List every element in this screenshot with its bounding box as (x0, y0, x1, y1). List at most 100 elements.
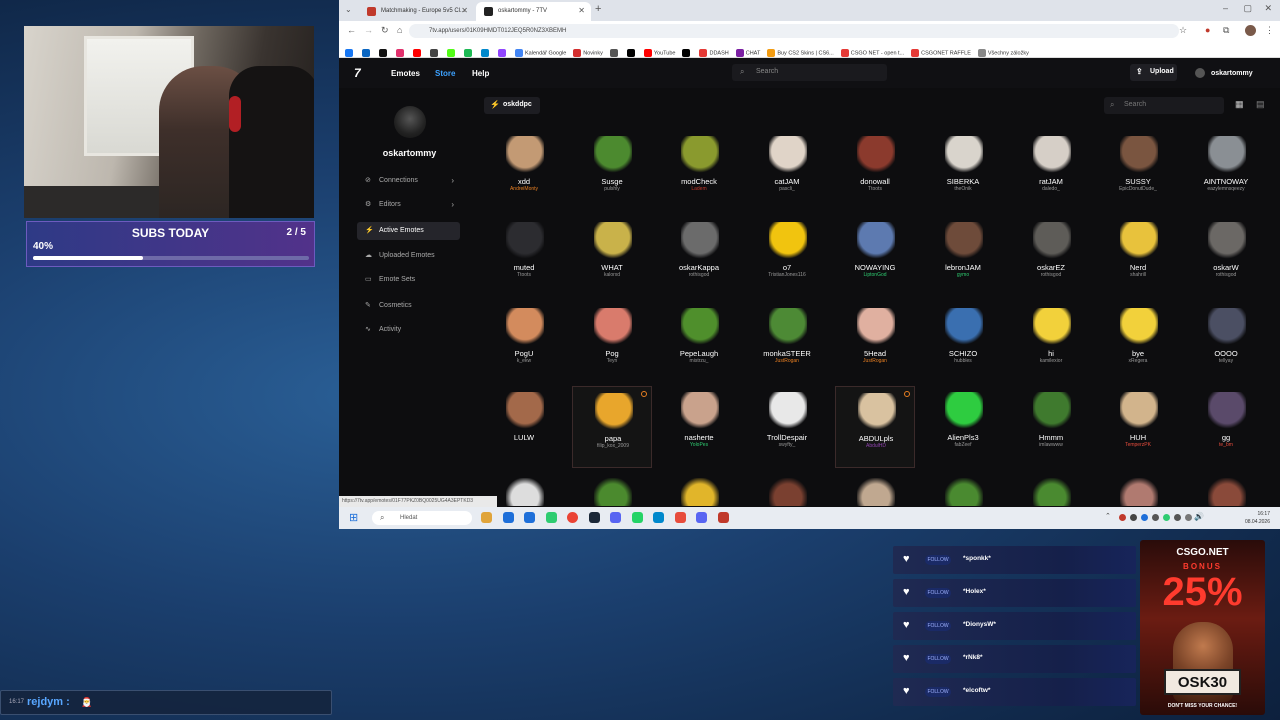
volume-icon[interactable]: 🔊 (1194, 512, 1204, 521)
emote-card-partial[interactable] (1033, 478, 1071, 506)
tray-icon[interactable] (1141, 514, 1148, 521)
emote-card-partial[interactable] (769, 478, 807, 506)
taskbar-app-icon[interactable] (653, 512, 664, 523)
emote-card-partial[interactable] (1208, 478, 1246, 506)
emote-card[interactable]: oskarEZ rothisgod (1011, 216, 1091, 298)
bookmark-item[interactable] (447, 48, 457, 57)
emote-card[interactable]: oskarW rothisgod (1186, 216, 1266, 298)
emote-card-partial[interactable] (1120, 478, 1158, 506)
taskbar-app-icon[interactable] (567, 512, 578, 523)
bookmark-item[interactable] (682, 48, 692, 57)
header-profile[interactable]: oskartommy (1195, 68, 1253, 78)
emote-card[interactable]: AINTNOWAY eazylemnsqeezy (1186, 130, 1266, 212)
maximize-icon[interactable]: ▢ (1243, 3, 1252, 14)
nav-help[interactable]: Help (472, 69, 489, 78)
emote-card[interactable]: Nerd shahrill (1098, 216, 1178, 298)
header-search-input[interactable]: ⌕ Search (732, 64, 887, 81)
emote-card[interactable]: HUH TemperzPK (1098, 386, 1178, 468)
tray-icon[interactable] (1130, 514, 1137, 521)
tray-icon[interactable] (1152, 514, 1159, 521)
bookmark-item[interactable] (345, 48, 355, 57)
emote-card[interactable]: Pog Teyn (572, 302, 652, 384)
emote-card-partial[interactable] (506, 478, 544, 506)
emote-card[interactable]: TrollDespair swyfty_ (747, 386, 827, 468)
nav-store[interactable]: Store (435, 69, 455, 78)
taskbar-clock[interactable]: 16:17 08.04.2026 (1245, 510, 1270, 526)
tray-expand-icon[interactable]: ⌃ (1105, 512, 1111, 520)
emote-card[interactable]: nasherte YoloPes (659, 386, 739, 468)
emote-card[interactable]: muted Ttoots (484, 216, 564, 298)
bookmark-item[interactable]: Buy CS2 Skins | CS6... (767, 48, 834, 57)
emote-card[interactable]: oskarKappa rothisgod (659, 216, 739, 298)
emote-card-partial[interactable] (945, 478, 983, 506)
emote-card[interactable]: xdd AndreiMonty (484, 130, 564, 212)
sidebar-item-editors[interactable]: ⚙ Editors › (357, 196, 460, 214)
emote-card[interactable]: Susge pulshly (572, 130, 652, 212)
profile-avatar-icon[interactable] (1245, 25, 1256, 36)
nav-emotes[interactable]: Emotes (391, 69, 420, 78)
home-icon[interactable]: ⌂ (397, 25, 402, 35)
sidebar-item-activity[interactable]: ∿ Activity (357, 321, 460, 339)
extension-icon[interactable]: ● (1205, 25, 1210, 35)
extensions-puzzle-icon[interactable]: ⧉ (1223, 25, 1229, 36)
minimize-icon[interactable]: – (1223, 3, 1228, 13)
emote-card[interactable]: WHAT kalorxd (572, 216, 652, 298)
emote-card[interactable]: SUSSY EpicDonutDude_ (1098, 130, 1178, 212)
tray-icon[interactable] (1119, 514, 1126, 521)
emote-search-input[interactable]: ⌕ Search (1104, 97, 1224, 114)
emote-card[interactable]: NOWAYING LiptonGod (835, 216, 915, 298)
emote-card[interactable]: Hmmm imlawwww (1011, 386, 1091, 468)
back-icon[interactable]: ← (347, 25, 356, 35)
taskbar-app-icon[interactable] (502, 512, 514, 523)
emote-card[interactable]: PogU k_ekw (484, 302, 564, 384)
taskbar-app-icon[interactable] (717, 512, 729, 523)
emote-card[interactable]: catJAM pascli_ (747, 130, 827, 212)
sidebar-item-active-emotes[interactable]: ⚡ Active Emotes (357, 222, 460, 240)
taskbar-app-icon[interactable] (481, 512, 492, 523)
grid-view-icon[interactable]: ▦ (1235, 99, 1244, 110)
bookmark-item[interactable] (430, 48, 440, 57)
emote-card[interactable]: LULW (484, 386, 564, 468)
bookmark-item[interactable]: Kalendář Google (515, 48, 566, 57)
emote-card[interactable]: PepeLaugh mistrzu_ (659, 302, 739, 384)
emote-card[interactable]: SIBERKA theOnik (923, 130, 1003, 212)
bookmark-item[interactable] (626, 48, 637, 57)
emote-card[interactable]: donowall Ttoots (835, 130, 915, 212)
upload-button[interactable]: ⇪ Upload (1130, 64, 1177, 81)
emote-card[interactable]: ABDULpls AbdulHD (835, 386, 915, 468)
bookmark-item[interactable] (396, 48, 406, 57)
sidebar-item-cosmetics[interactable]: ✎ Cosmetics (357, 297, 460, 315)
taskbar-app-icon[interactable] (674, 512, 686, 523)
windows-start-icon[interactable]: ⊞ (349, 511, 358, 524)
tab-list-icon[interactable]: ⌄ (345, 5, 352, 14)
bookmark-item[interactable] (379, 48, 389, 57)
reload-icon[interactable]: ↻ (381, 25, 389, 36)
browser-menu-icon[interactable]: ⋮ (1265, 25, 1274, 36)
tab-close-icon[interactable]: ✕ (461, 6, 468, 15)
bookmark-item[interactable] (464, 48, 474, 57)
emote-card[interactable]: AlienPls3 fabZeef (923, 386, 1003, 468)
emote-card[interactable]: monkaSTEER JustRogan (747, 302, 827, 384)
browser-tab[interactable]: Matchmaking - Europe 5v5 Cl... ✕ (359, 2, 474, 21)
emote-card[interactable]: bye xRegera (1098, 302, 1178, 384)
bookmark-item[interactable] (362, 48, 372, 57)
bookmark-item[interactable]: CSGO NET - open t... (840, 48, 904, 57)
new-tab-icon[interactable]: + (595, 3, 601, 15)
taskbar-app-icon[interactable] (610, 512, 621, 523)
emote-card[interactable]: modCheck Ladem (659, 130, 739, 212)
sidebar-item-emote-sets[interactable]: ▭ Emote Sets (357, 271, 460, 289)
tray-icon[interactable] (1174, 514, 1181, 521)
emote-card[interactable]: 5Head JustRogan (835, 302, 915, 384)
tray-icon[interactable] (1185, 514, 1192, 521)
bookmark-item[interactable] (609, 48, 620, 57)
browser-tab[interactable]: oskartommy - 7TV ✕ (476, 2, 591, 21)
emote-card[interactable]: o7 TristianJones116 (747, 216, 827, 298)
taskbar-app-icon[interactable] (631, 512, 643, 523)
sidebar-item-connections[interactable]: ⊘ Connections › (357, 172, 460, 190)
url-input[interactable]: 7tv.app/users/01K09HMDT012JEQ5R0NZ3XBEMH (409, 24, 1179, 38)
bookmark-item[interactable]: CSGONET RAFFLE (911, 48, 971, 57)
emote-card-partial[interactable] (681, 478, 719, 506)
taskbar-app-icon[interactable] (524, 512, 535, 523)
emote-card[interactable]: lebronJAM gymo (923, 216, 1003, 298)
bookmark-item[interactable] (413, 48, 423, 57)
